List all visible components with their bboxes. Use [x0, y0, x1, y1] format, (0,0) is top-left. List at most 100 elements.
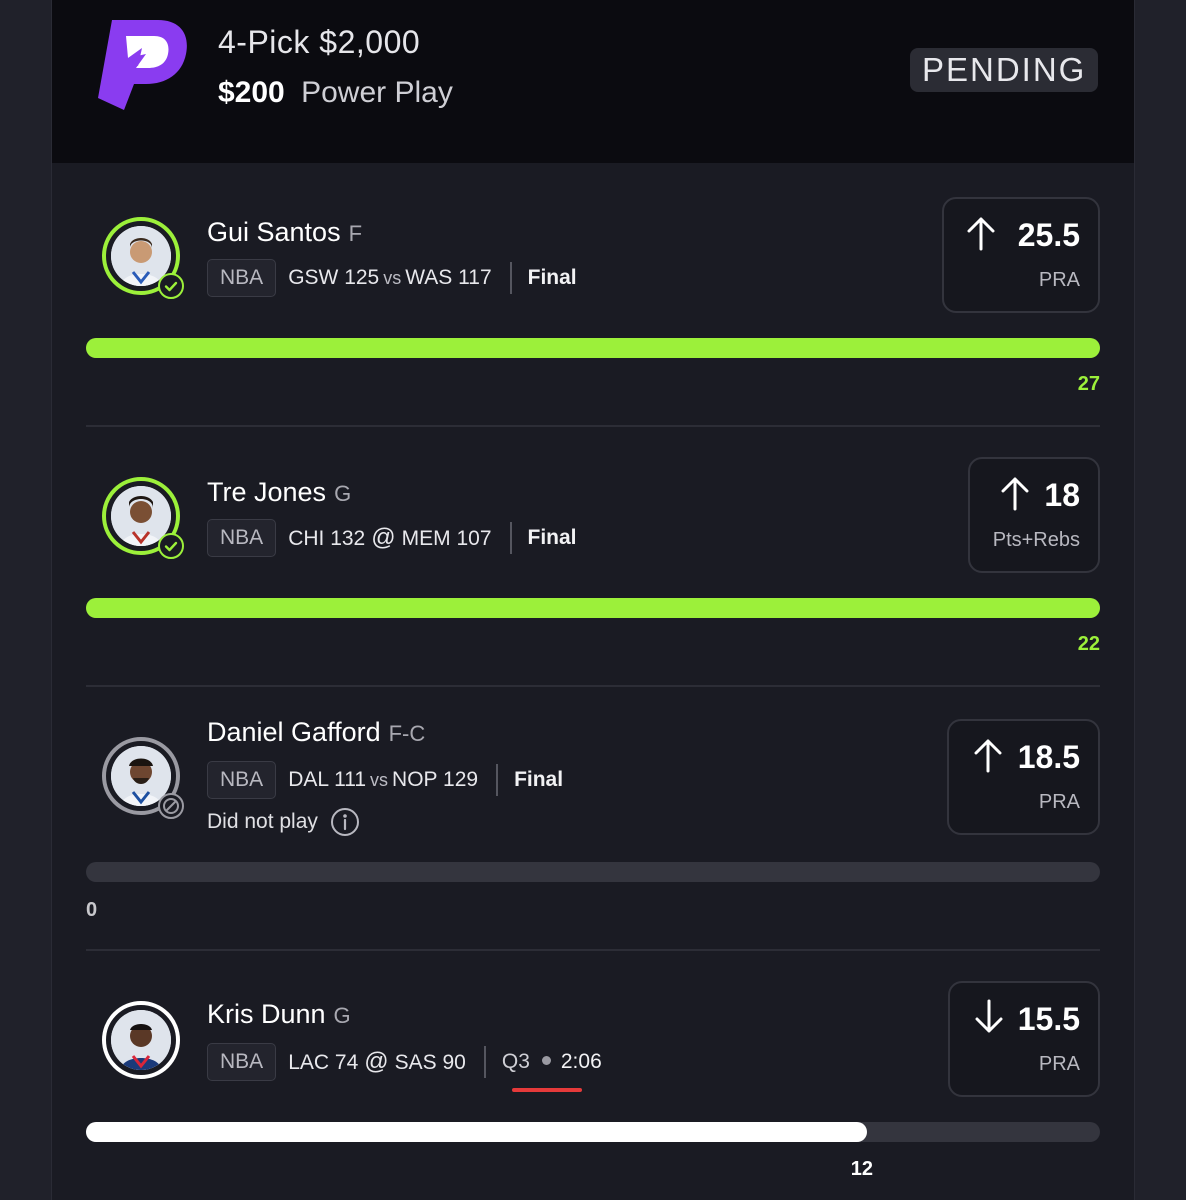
divider [496, 764, 499, 796]
live-dot [541, 1056, 551, 1066]
progress-fill [86, 1122, 867, 1142]
arrow-up-icon [1001, 477, 1029, 511]
league-tag: NBA [207, 259, 277, 297]
game-status: Final [527, 526, 577, 549]
avatar [102, 1001, 180, 1079]
stat-type: PRA [1038, 1053, 1080, 1075]
score1: 111 [334, 768, 367, 791]
divider [509, 522, 512, 554]
divider [86, 949, 1100, 951]
actual-stat: 22 [1077, 633, 1100, 655]
team1: DAL [288, 768, 329, 791]
progress-bar [86, 598, 1100, 618]
player-name-text: Kris Dunn [207, 999, 326, 1029]
score1: 125 [344, 266, 380, 289]
matchup-connector: vs [370, 770, 389, 790]
progress-bar [86, 1122, 1100, 1142]
progress-bar [86, 862, 1100, 882]
info-icon[interactable] [330, 807, 360, 837]
player-name-text: Tre Jones [207, 477, 327, 507]
game-score: GSW 125 vs WAS 117 [288, 266, 491, 290]
live-game-clock: Q3 2:06 [502, 1050, 602, 1092]
entry-subtitle: $200 Power Play [218, 76, 453, 110]
arrow-up-icon [974, 739, 1002, 773]
line-value: 18.5 [1017, 739, 1080, 775]
matchup-connector: @ [371, 524, 396, 551]
league-tag: NBA [207, 519, 277, 557]
projection-box[interactable]: 18 Pts+Rebs [968, 457, 1100, 573]
projection-box[interactable]: 18.5 PRA [947, 719, 1100, 835]
divider [86, 425, 1100, 427]
league-tag: NBA [207, 761, 277, 799]
actual-stat: 12 [850, 1158, 874, 1180]
team1: GSW [288, 266, 339, 289]
clock: 2:06 [560, 1050, 602, 1073]
league-tag: NBA [207, 1043, 277, 1081]
game-status: Final [527, 266, 577, 289]
pick-row[interactable]: Daniel Gafford F-C NBA DAL 111 vs NOP 129 F… [86, 715, 1100, 935]
stat-type: PRA [1038, 791, 1080, 813]
player-name: Daniel Gafford F-C [207, 717, 425, 748]
left-backdrop [0, 0, 52, 1200]
player-name: Tre Jones G [207, 477, 351, 508]
player-position: G [334, 481, 352, 506]
team2: MEM [401, 527, 451, 550]
pick-row[interactable]: Kris Dunn G NBA LAC 74 @ SAS 90 Q3 2:06 15.5… [86, 979, 1100, 1200]
team2: WAS [405, 266, 453, 289]
prizepicks-logo [98, 20, 187, 110]
live-indicator [511, 1088, 582, 1092]
actual-stat: 0 [86, 899, 98, 921]
team1: CHI [288, 527, 325, 550]
progress-bar [86, 338, 1100, 358]
matchup-connector: @ [364, 1048, 389, 1075]
team1: LAC [288, 1051, 330, 1074]
score1: 74 [334, 1051, 359, 1074]
stat-type: PRA [1038, 269, 1080, 291]
player-name: Kris Dunn G [207, 999, 351, 1030]
line-value: 15.5 [1017, 1001, 1080, 1037]
game-info: NBA DAL 111 vs NOP 129 Final [207, 761, 563, 799]
player-position: F-C [388, 721, 426, 746]
entry-type: Power Play [301, 76, 453, 109]
divider [509, 262, 512, 294]
game-score: CHI 132 @ MEM 107 [288, 524, 491, 552]
game-info: NBA GSW 125 vs WAS 117 Final [207, 259, 577, 297]
not-played-icon [158, 793, 184, 819]
score1: 132 [330, 527, 366, 550]
score2: 117 [458, 266, 492, 289]
projection-box[interactable]: 25.5 PRA [942, 197, 1100, 313]
score2: 107 [456, 527, 492, 550]
actual-stat: 27 [1077, 373, 1100, 395]
did-not-play-note: Did not play [207, 807, 360, 837]
matchup-connector: vs [383, 268, 402, 288]
divider [86, 685, 1100, 687]
game-info: NBA LAC 74 @ SAS 90 Q3 2:06 [207, 1043, 602, 1092]
avatar [102, 217, 184, 299]
score2: 90 [442, 1051, 466, 1074]
game-status: Final [514, 768, 564, 791]
right-backdrop [1134, 0, 1186, 1200]
avatar [102, 737, 184, 819]
check-icon [158, 533, 184, 559]
projection-box[interactable]: 15.5 PRA [948, 981, 1100, 1097]
progress-fill [86, 598, 1100, 618]
player-position: G [333, 1003, 351, 1028]
entry-title: 4-Pick $2,000 [218, 24, 421, 60]
player-position: F [348, 221, 363, 246]
player-name: Gui Santos F [207, 217, 362, 248]
status-badge: PENDING [910, 48, 1099, 92]
avatar [102, 477, 184, 559]
player-name-text: Gui Santos [207, 217, 341, 247]
stat-type: Pts+Rebs [992, 529, 1080, 551]
check-icon [158, 273, 184, 299]
did-not-play-text: Did not play [207, 810, 318, 833]
progress-fill [86, 338, 1100, 358]
team2: NOP [392, 768, 438, 791]
pick-row[interactable]: Gui Santos F NBA GSW 125 vs WAS 117 Final 2… [86, 195, 1100, 415]
entry-header: 4-Pick $2,000 $200 Power Play PENDING [52, 0, 1134, 163]
game-info: NBA CHI 132 @ MEM 107 Final [207, 519, 577, 557]
entry-card: 4-Pick $2,000 $200 Power Play PENDING Gu… [52, 0, 1134, 1200]
game-score: LAC 74 @ SAS 90 [288, 1048, 466, 1076]
arrow-down-icon [975, 999, 1003, 1033]
pick-row[interactable]: Tre Jones G NBA CHI 132 @ MEM 107 Final 18 … [86, 455, 1100, 675]
